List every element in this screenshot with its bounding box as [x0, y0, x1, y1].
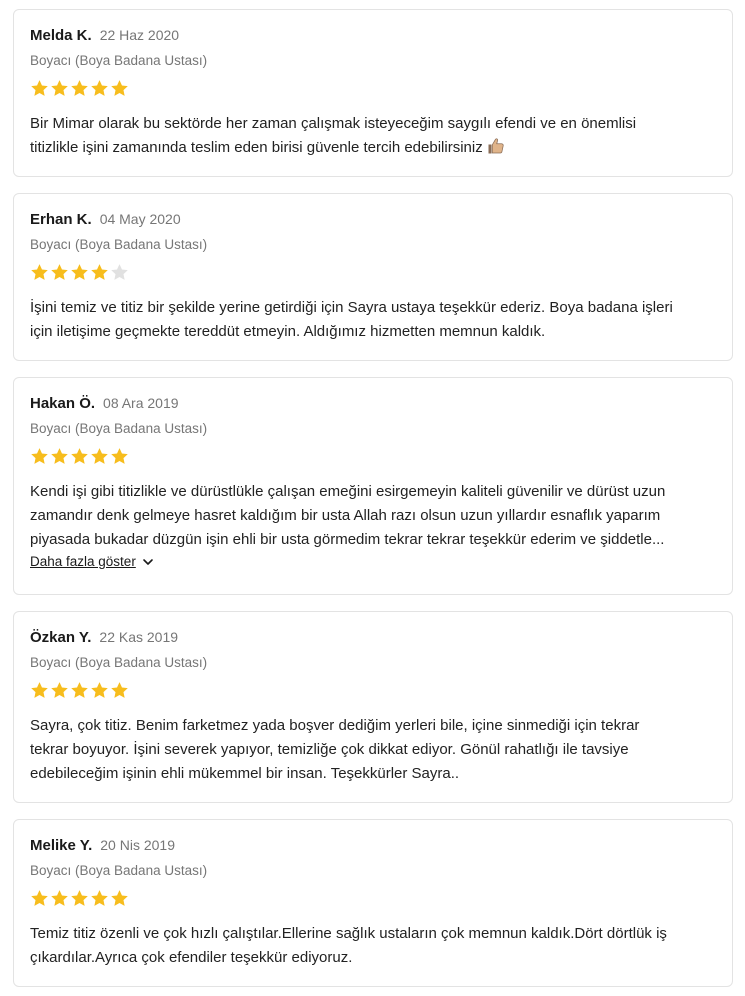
star-rating — [30, 447, 716, 467]
review-text: İşini temiz ve titiz bir şekilde yerine … — [30, 299, 673, 340]
star-filled-icon — [111, 80, 128, 96]
review-header: Hakan Ö. 08 Ara 2019 — [30, 395, 716, 417]
review-date: 22 Kas 2019 — [99, 629, 179, 645]
reviewer-name: Melda K. — [30, 27, 92, 44]
review-header: Özkan Y. 22 Kas 2019 — [30, 629, 716, 651]
star-filled-icon — [71, 80, 88, 96]
star-filled-icon — [91, 890, 108, 906]
star-filled-icon — [71, 890, 88, 906]
reviewer-name: Melike Y. — [30, 837, 93, 854]
review-text: Sayra, çok titiz. Benim farketmez yada b… — [30, 717, 640, 782]
service-label: Boyacı (Boya Badana Ustası) — [30, 421, 208, 436]
star-filled-icon — [91, 682, 108, 698]
star-filled-icon — [31, 890, 48, 906]
star-rating — [30, 263, 716, 283]
star-rating — [30, 889, 716, 909]
review-header: Erhan K. 04 May 2020 — [30, 211, 716, 233]
review-card: Erhan K. 04 May 2020 Boyacı (Boya Badana… — [13, 193, 733, 361]
star-filled-icon — [31, 682, 48, 698]
reviewer-name: Özkan Y. — [30, 629, 92, 646]
review-date: 08 Ara 2019 — [103, 395, 179, 411]
star-filled-icon — [51, 264, 68, 280]
thumbs-up-icon — [488, 138, 504, 154]
show-more-link[interactable]: Daha fazla göster — [30, 554, 154, 569]
review-card: Melda K. 22 Haz 2020 Boyacı (Boya Badana… — [13, 9, 733, 177]
star-filled-icon — [51, 80, 68, 96]
service-label: Boyacı (Boya Badana Ustası) — [30, 53, 208, 68]
reviewer-name: Erhan K. — [30, 211, 92, 228]
review-text: Temiz titiz özenli ve çok hızlı çalıştıl… — [30, 925, 667, 966]
service-label: Boyacı (Boya Badana Ustası) — [30, 863, 208, 878]
review-card: Hakan Ö. 08 Ara 2019 Boyacı (Boya Badana… — [13, 377, 733, 595]
service-label: Boyacı (Boya Badana Ustası) — [30, 655, 208, 670]
star-filled-icon — [51, 890, 68, 906]
star-filled-icon — [31, 448, 48, 464]
reviewer-name: Hakan Ö. — [30, 395, 96, 412]
show-more-label: Daha fazla göster — [30, 554, 136, 569]
star-filled-icon — [51, 448, 68, 464]
star-filled-icon — [111, 448, 128, 464]
review-header: Melike Y. 20 Nis 2019 — [30, 837, 716, 859]
star-filled-icon — [51, 682, 68, 698]
review-date: 20 Nis 2019 — [100, 837, 175, 853]
service-label: Boyacı (Boya Badana Ustası) — [30, 237, 208, 252]
star-empty-icon — [111, 264, 128, 280]
reviews-list: Melda K. 22 Haz 2020 Boyacı (Boya Badana… — [0, 0, 745, 996]
review-text: Kendi işi gibi titizlikle ve dürüstlükle… — [30, 483, 666, 548]
chevron-down-icon — [143, 558, 153, 565]
star-rating — [30, 681, 716, 701]
review-card: Melike Y. 20 Nis 2019 Boyacı (Boya Badan… — [13, 819, 733, 987]
star-filled-icon — [71, 264, 88, 280]
star-filled-icon — [71, 448, 88, 464]
review-card: Özkan Y. 22 Kas 2019 Boyacı (Boya Badana… — [13, 611, 733, 803]
review-text: Bir Mimar olarak bu sektörde her zaman ç… — [30, 115, 637, 156]
star-filled-icon — [111, 682, 128, 698]
review-date: 04 May 2020 — [99, 211, 181, 227]
review-date: 22 Haz 2020 — [99, 27, 180, 43]
star-filled-icon — [111, 890, 128, 906]
star-rating — [30, 79, 716, 99]
star-filled-icon — [31, 80, 48, 96]
star-filled-icon — [91, 448, 108, 464]
review-header: Melda K. 22 Haz 2020 — [30, 27, 716, 49]
star-filled-icon — [31, 264, 48, 280]
star-filled-icon — [71, 682, 88, 698]
star-filled-icon — [91, 264, 108, 280]
star-filled-icon — [91, 80, 108, 96]
